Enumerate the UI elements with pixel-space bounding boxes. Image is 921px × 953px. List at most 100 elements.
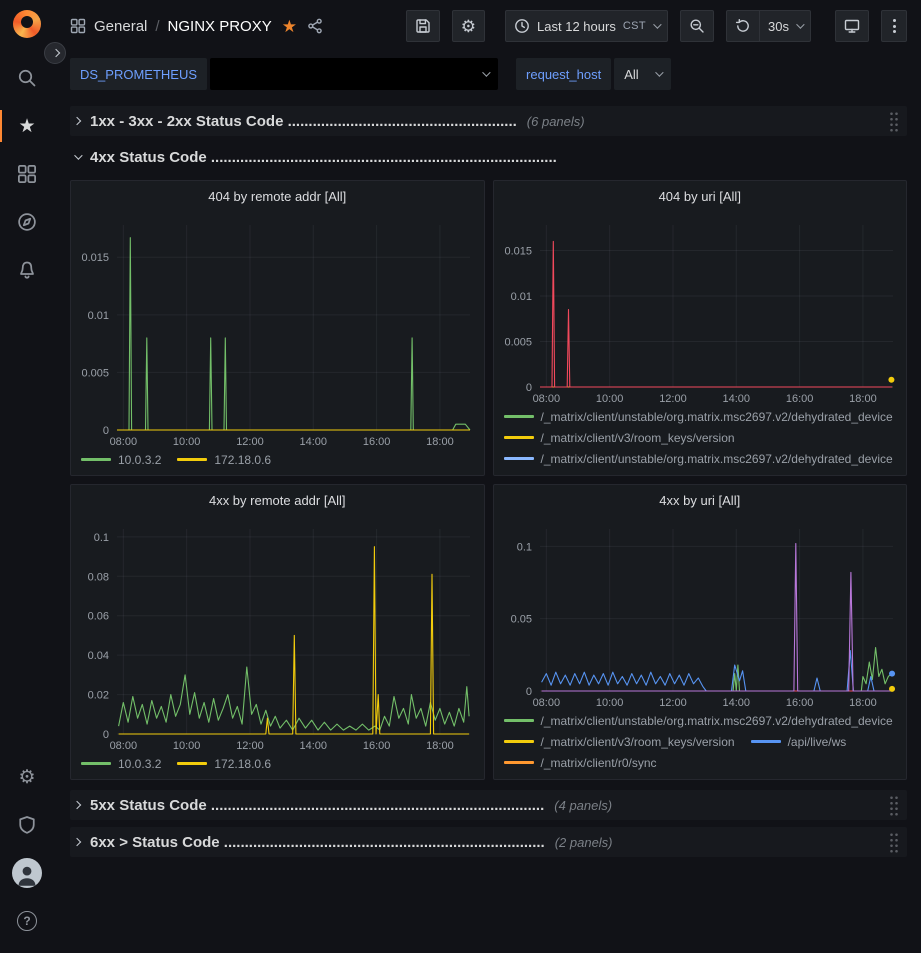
legend-color-swatch xyxy=(504,719,534,722)
more-options-button[interactable] xyxy=(881,10,907,42)
legend-item[interactable]: /api/live/ws xyxy=(751,734,847,749)
legend-color-swatch xyxy=(504,457,534,460)
legend-series-label: /_matrix/client/v3/room_keys/version xyxy=(541,473,735,476)
legend-item[interactable]: /_matrix/client/unstable/org.matrix.msc2… xyxy=(504,713,893,728)
row-drag-handle[interactable] xyxy=(889,832,899,853)
chevron-down-icon xyxy=(74,151,82,159)
panel-legend: /_matrix/client/unstable/org.matrix.msc2… xyxy=(494,711,907,779)
search-icon xyxy=(17,68,37,88)
panel-legend: 10.0.3.2 172.18.0.6 xyxy=(71,754,484,779)
panel-404-by-remote-addr: 404 by remote addr [All] 08:0010:0012:00… xyxy=(70,180,485,476)
time-range-picker[interactable]: Last 12 hours CST xyxy=(505,10,668,42)
variable-value-ds-prometheus[interactable] xyxy=(210,58,498,90)
variable-label-request-host: request_host xyxy=(516,58,611,90)
explore-button[interactable] xyxy=(7,202,47,242)
legend-series-label: 172.18.0.6 xyxy=(214,757,271,771)
legend-item[interactable]: /_matrix/client/unstable/org.matrix.msc2… xyxy=(504,451,893,466)
save-dashboard-button[interactable] xyxy=(406,10,440,42)
shield-icon xyxy=(17,815,37,835)
kebab-menu-icon xyxy=(893,19,896,33)
dashboards-button[interactable] xyxy=(7,154,47,194)
legend-series-label: /_matrix/client/unstable/org.matrix.msc2… xyxy=(541,410,893,424)
legend-series-label: /_matrix/client/v3/room_keys/version xyxy=(541,735,735,749)
row-5xx-status-code[interactable]: 5xx Status Code ........................… xyxy=(70,790,907,820)
panel-title[interactable]: 404 by uri [All] xyxy=(494,181,907,211)
refresh-interval-label: 30s xyxy=(768,19,789,34)
legend-series-label: /api/live/ws xyxy=(788,735,847,749)
grafana-app: ★ ⚙ ? xyxy=(0,0,921,953)
panel-chart[interactable]: 08:0010:0012:0014:0016:0018:0000.0050.01… xyxy=(494,211,907,407)
time-range-label: Last 12 hours xyxy=(537,19,616,34)
dashboard-settings-button[interactable]: ⚙ xyxy=(452,10,485,42)
breadcrumb-section[interactable]: General xyxy=(94,18,147,35)
svg-text:12:00: 12:00 xyxy=(236,436,264,448)
svg-text:18:00: 18:00 xyxy=(849,393,877,405)
legend-item[interactable]: /sw.js xyxy=(751,472,817,475)
help-button[interactable]: ? xyxy=(7,901,47,941)
row-drag-handle[interactable] xyxy=(889,111,899,132)
share-button[interactable] xyxy=(307,18,323,34)
panel-title[interactable]: 404 by remote addr [All] xyxy=(71,181,484,211)
row-drag-handle[interactable] xyxy=(889,795,899,816)
svg-text:14:00: 14:00 xyxy=(300,436,328,448)
alerting-button[interactable] xyxy=(7,250,47,290)
admin-button[interactable] xyxy=(7,805,47,845)
search-button[interactable] xyxy=(7,58,47,98)
row-1xx-3xx-2xx-status-code[interactable]: 1xx - 3xx - 2xx Status Code ............… xyxy=(70,106,907,136)
legend-color-swatch xyxy=(504,761,534,764)
starred-dashboards-button[interactable]: ★ xyxy=(7,106,47,146)
legend-item[interactable]: /_matrix/client/v3/room_keys/version xyxy=(504,430,735,445)
svg-text:08:00: 08:00 xyxy=(532,393,560,405)
panel-4xx-by-remote-addr: 4xx by remote addr [All] 08:0010:0012:00… xyxy=(70,484,485,780)
legend-item[interactable]: 10.0.3.2 xyxy=(81,452,161,467)
gear-icon: ⚙ xyxy=(461,18,476,35)
legend-item[interactable]: /_matrix/client/v3/room_keys/version xyxy=(504,734,735,749)
legend-color-swatch xyxy=(177,762,207,765)
variable-value-request-host[interactable]: All xyxy=(614,58,670,90)
svg-text:16:00: 16:00 xyxy=(785,697,813,709)
legend-item[interactable]: 10.0.3.2 xyxy=(81,756,161,771)
legend-series-label: 10.0.3.2 xyxy=(118,757,161,771)
panel-title[interactable]: 4xx by remote addr [All] xyxy=(71,485,484,515)
svg-text:10:00: 10:00 xyxy=(173,740,201,752)
zoom-out-button[interactable] xyxy=(680,10,714,42)
grafana-logo[interactable] xyxy=(13,10,41,38)
panel-chart[interactable]: 08:0010:0012:0014:0016:0018:0000.0050.01… xyxy=(71,211,484,450)
refresh-interval-dropdown[interactable]: 30s xyxy=(759,10,811,42)
panel-title[interactable]: 4xx by uri [All] xyxy=(494,485,907,515)
legend-item[interactable]: /_matrix/client/unstable/org.matrix.msc2… xyxy=(504,776,893,779)
breadcrumb-dashboard-title[interactable]: NGINX PROXY xyxy=(168,18,272,35)
explore-compass-icon xyxy=(17,212,37,232)
legend-series-label: 10.0.3.2 xyxy=(118,453,161,467)
legend-item[interactable]: /_matrix/client/unstable/org.matrix.msc2… xyxy=(504,409,893,424)
favorite-star-icon: ★ xyxy=(282,17,297,36)
tv-mode-button[interactable] xyxy=(835,10,869,42)
share-icon xyxy=(307,18,323,34)
legend-item[interactable]: 172.18.0.6 xyxy=(177,452,271,467)
row-6xx-status-code[interactable]: 6xx > Status Code ......................… xyxy=(70,827,907,857)
legend-item[interactable]: /_matrix/client/r0/sync xyxy=(504,755,657,770)
chevron-right-icon xyxy=(73,801,81,809)
dashboard-header: General / NGINX PROXY ★ ⚙ Last 12 hours xyxy=(54,0,921,52)
row-4xx-status-code[interactable]: 4xx Status Code ........................… xyxy=(70,142,907,172)
row-title: 4xx Status Code ........................… xyxy=(90,149,557,166)
svg-text:0.01: 0.01 xyxy=(88,310,109,322)
svg-text:0: 0 xyxy=(525,382,531,394)
legend-series-label: /sw.js xyxy=(788,473,817,476)
legend-item[interactable]: /_matrix/client/v3/room_keys/version xyxy=(504,472,735,475)
variable-request-host: request_host All xyxy=(516,58,671,90)
legend-item[interactable]: 172.18.0.6 xyxy=(177,756,271,771)
panel-404-by-uri: 404 by uri [All] 08:0010:0012:0014:0016:… xyxy=(493,180,908,476)
user-profile-button[interactable] xyxy=(7,853,47,893)
chevron-down-icon xyxy=(482,68,490,76)
refresh-button[interactable] xyxy=(726,10,759,42)
panel-chart[interactable]: 08:0010:0012:0014:0016:0018:0000.050.1 xyxy=(494,515,907,711)
panel-chart[interactable]: 08:0010:0012:0014:0016:0018:0000.020.040… xyxy=(71,515,484,754)
favorite-star-button[interactable]: ★ xyxy=(280,18,299,35)
chevron-right-icon xyxy=(52,49,60,57)
grafana-logo-swirl xyxy=(13,10,41,38)
svg-text:0.005: 0.005 xyxy=(504,336,532,348)
server-admin-settings-button[interactable]: ⚙ xyxy=(7,757,47,797)
main-area: General / NGINX PROXY ★ ⚙ Last 12 hours xyxy=(54,0,921,953)
sidebar-expand-button[interactable] xyxy=(44,42,66,64)
